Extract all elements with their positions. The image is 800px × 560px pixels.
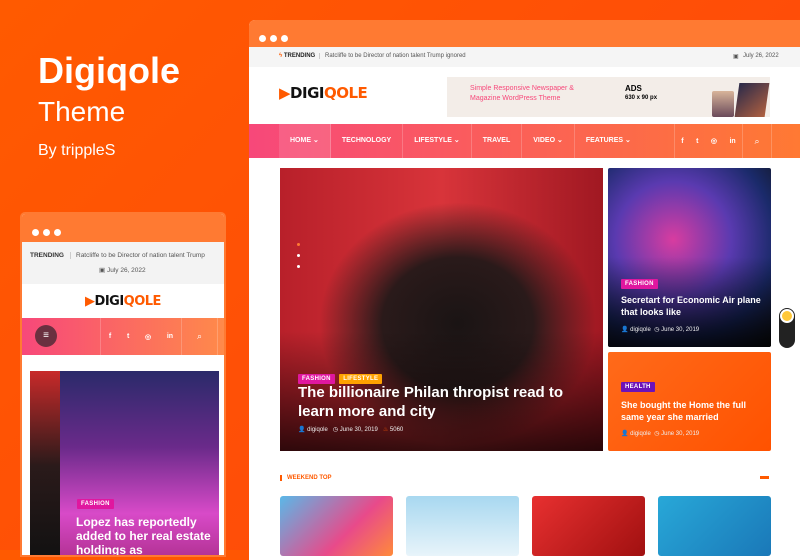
promo-subtitle: Theme	[38, 96, 126, 127]
mobile-hero-post[interactable]: FASHION Lopez has reportedly added to he…	[30, 371, 219, 555]
tag-fashion[interactable]: FASHION	[77, 499, 114, 509]
user-icon: 👤	[298, 427, 306, 433]
thumb-3[interactable]	[532, 496, 645, 556]
card1-title[interactable]: Secretart for Economic Air plane that lo…	[621, 294, 761, 318]
linkedin-icon[interactable]: in	[729, 138, 735, 145]
trending-label: TRENDING	[283, 53, 316, 59]
fire-icon: ♨	[382, 427, 389, 433]
hero-views: 5060	[389, 427, 404, 433]
nav-features[interactable]: FEATURES ⌄	[575, 124, 642, 158]
ad-banner[interactable]: Simple Responsive Newspaper & Magazine W…	[447, 77, 770, 117]
header: ▶DIGIQOLE Simple Responsive Newspaper & …	[249, 67, 800, 124]
mobile-logo[interactable]: ▶DIGIQOLE	[85, 294, 161, 309]
linkedin-icon[interactable]: in	[167, 333, 173, 340]
promo-author: By trippleS	[38, 142, 116, 159]
ad-text: Simple Responsive Newspaper & Magazine W…	[470, 85, 574, 102]
instagram-icon[interactable]: ◎	[711, 137, 717, 145]
user-icon: 👤	[621, 327, 629, 333]
mobile-trending-label: TRENDING	[30, 252, 64, 259]
clock-icon: ◷	[654, 327, 660, 333]
card2-author[interactable]: digiqole	[630, 431, 651, 437]
hero-date: June 30, 2019	[339, 427, 378, 433]
card2-title[interactable]: She bought the Home the full same year s…	[621, 399, 766, 423]
card2-date: June 30, 2019	[661, 431, 700, 437]
card-post-1[interactable]: FASHION Secretart for Economic Air plane…	[608, 168, 771, 347]
twitter-icon[interactable]: t	[696, 138, 698, 145]
section-title: WEEKEND TOP	[280, 475, 332, 481]
promo: Digiqole Theme By trippleS	[38, 50, 180, 160]
calendar-icon: ▣	[733, 54, 739, 60]
hamburger-menu-icon[interactable]: ≡	[35, 325, 57, 347]
trending-link[interactable]: Ratcliffe to be Director of nation talen…	[319, 53, 466, 59]
mobile-trending-link[interactable]: Ratcliffe to be Director of nation talen…	[70, 252, 205, 259]
side-slide-image	[30, 371, 60, 555]
tag-health[interactable]: HEALTH	[621, 382, 655, 392]
nav-video[interactable]: VIDEO ⌄	[522, 124, 575, 158]
clock-icon: ◷	[332, 427, 339, 433]
ad-label: ADS	[625, 84, 642, 93]
section-nav-dash[interactable]	[760, 476, 769, 479]
calendar-icon: ▣	[99, 267, 106, 274]
nav-travel[interactable]: TRAVEL	[472, 124, 523, 158]
mobile-header: ▶DIGIQOLE	[22, 284, 224, 318]
twitter-icon[interactable]: t	[127, 333, 129, 340]
mobile-date: July 26, 2022	[106, 267, 146, 274]
top-date: July 26, 2022	[743, 53, 779, 59]
card1-date: June 30, 2019	[661, 327, 700, 333]
instagram-icon[interactable]: ◎	[145, 333, 151, 341]
tag-fashion[interactable]: FASHION	[621, 279, 658, 289]
hero-title[interactable]: The billionaire Philan thropist read to …	[298, 383, 568, 421]
mobile-top-bar: TRENDING Ratcliffe to be Director of nat…	[22, 242, 224, 284]
ad-phone-image	[712, 91, 734, 117]
nav-home[interactable]: HOME ⌄	[279, 124, 331, 158]
user-icon: 👤	[621, 431, 629, 437]
window-titlebar	[249, 20, 800, 47]
mobile-window: TRENDING Ratcliffe to be Director of nat…	[20, 212, 226, 557]
slider-dots[interactable]	[297, 243, 300, 268]
card-post-2[interactable]: HEALTH She bought the Home the full same…	[608, 352, 771, 451]
desktop-window: ϟ TRENDING Ratcliffe to be Director of n…	[249, 20, 800, 560]
thumb-1[interactable]	[280, 496, 393, 556]
nav-technology[interactable]: TECHNOLOGY	[331, 124, 404, 158]
dark-mode-toggle[interactable]	[779, 308, 795, 348]
hero-post[interactable]: FASHION LIFESTYLE The billionaire Philan…	[280, 168, 603, 451]
main-nav: HOME ⌄ TECHNOLOGY LIFESTYLE ⌄ TRAVEL VID…	[249, 124, 800, 158]
nav-lifestyle[interactable]: LIFESTYLE ⌄	[403, 124, 472, 158]
search-icon[interactable]: ⌕	[182, 318, 218, 355]
facebook-icon[interactable]: f	[681, 138, 683, 145]
mobile-nav: ≡ f t ◎ in ⌕	[22, 318, 224, 355]
sun-icon	[780, 309, 794, 323]
ad-size: 630 x 90 px	[625, 95, 658, 101]
card1-author[interactable]: digiqole	[630, 327, 651, 333]
mobile-titlebar	[22, 214, 224, 242]
bolt-icon: ϟ	[279, 53, 283, 59]
thumb-2[interactable]	[406, 496, 519, 556]
ad-laptop-image	[734, 83, 770, 117]
search-icon[interactable]: ⌕	[742, 124, 772, 158]
promo-title: Digiqole	[38, 50, 180, 91]
mobile-hero-title[interactable]: Lopez has reportedly added to her real e…	[76, 515, 219, 555]
thumb-4[interactable]	[658, 496, 771, 556]
hero-author[interactable]: digiqole	[307, 427, 328, 433]
clock-icon: ◷	[654, 431, 660, 437]
logo[interactable]: ▶DIGIQOLE	[279, 84, 368, 102]
facebook-icon[interactable]: f	[109, 333, 111, 340]
top-bar: ϟ TRENDING Ratcliffe to be Director of n…	[249, 47, 800, 67]
